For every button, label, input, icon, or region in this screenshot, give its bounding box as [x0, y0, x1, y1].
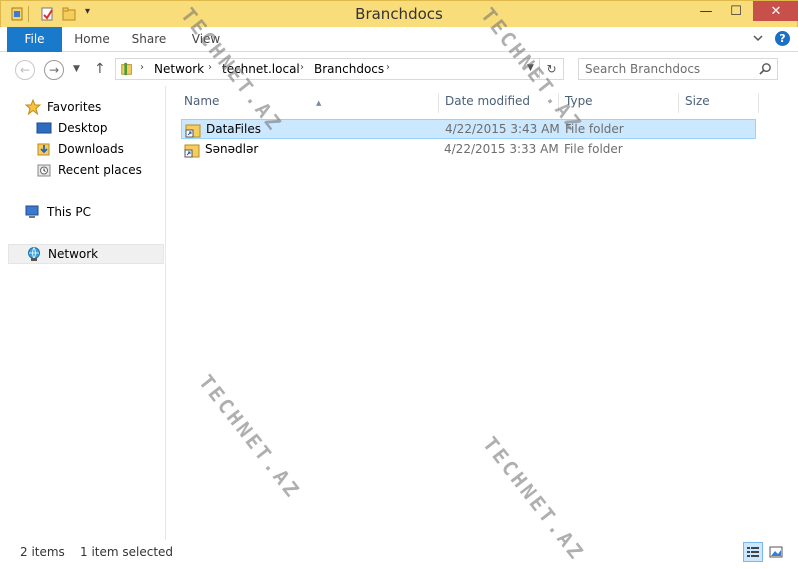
computer-icon — [25, 205, 39, 218]
network-folder-icon — [121, 62, 132, 76]
breadcrumb-technet-local[interactable]: technet.local — [222, 62, 300, 76]
network-icon — [28, 247, 40, 261]
breadcrumb-branchdocs[interactable]: Branchdocs — [314, 62, 384, 76]
file-row[interactable]: DataFiles 4/22/2015 3:43 AM File folder — [181, 119, 756, 139]
downloads-icon — [37, 143, 50, 156]
tab-share[interactable]: Share — [125, 27, 173, 52]
help-button[interactable]: ? — [775, 31, 790, 46]
nav-desktop-label: Desktop — [58, 121, 108, 135]
search-icon[interactable] — [759, 62, 772, 75]
close-button[interactable]: ✕ — [753, 1, 798, 21]
column-date-label: Date modified — [445, 94, 531, 108]
nav-network-label: Network — [48, 247, 99, 261]
customize-quick-access-icon[interactable]: ▾ — [85, 6, 90, 17]
minimize-button[interactable]: — — [692, 1, 720, 21]
column-header-type[interactable]: Type — [559, 93, 679, 113]
large-icons-view-icon — [769, 546, 783, 558]
address-bar[interactable]: › Network › technet.local › Branchdocs ›… — [115, 58, 540, 80]
details-view-icon — [747, 547, 759, 557]
ribbon-tab-bar: File Home Share View ? — [0, 27, 798, 52]
status-bar: 2 items 1 item selected — [0, 540, 798, 569]
new-folder-icon[interactable] — [61, 6, 77, 22]
recent-places-icon — [37, 164, 51, 177]
qa-separator — [28, 6, 29, 22]
address-toolbar: ← → ▼ ↑ › Network › technet.local › Bran… — [0, 52, 798, 86]
column-size-label: Size — [685, 94, 710, 108]
properties-icon[interactable] — [39, 6, 55, 22]
column-header-name[interactable]: Name ▲ — [178, 93, 439, 113]
column-header-size[interactable]: Size — [679, 93, 759, 113]
file-date-modified: 4/22/2015 3:43 AM — [445, 122, 560, 136]
expand-ribbon-chevron-icon[interactable] — [752, 32, 764, 44]
nav-favorites[interactable]: Favorites — [25, 97, 179, 117]
refresh-icon: ↻ — [546, 62, 557, 76]
search-box[interactable] — [578, 58, 778, 80]
breadcrumb-separator-icon[interactable]: › — [208, 62, 212, 73]
large-icons-view-button[interactable] — [766, 542, 786, 562]
star-icon — [25, 99, 41, 115]
back-button[interactable]: ← — [15, 60, 35, 80]
file-type: File folder — [564, 142, 623, 156]
tab-view[interactable]: View — [182, 27, 230, 52]
file-list: Name ▲ Date modified Type Size DataFiles… — [166, 86, 798, 540]
nav-favorites-label: Favorites — [47, 100, 102, 114]
window-title: Branchdocs — [355, 5, 443, 23]
navigation-pane: Favorites Desktop Downloads Recent place… — [0, 86, 166, 540]
title-bar: ▾ Branchdocs — ☐ ✕ — [0, 0, 798, 27]
details-view-button[interactable] — [743, 542, 763, 562]
shortcut-folder-icon — [185, 124, 201, 138]
refresh-button[interactable]: ↻ — [540, 58, 564, 80]
breadcrumb-separator-icon[interactable]: › — [140, 62, 144, 73]
arrow-left-icon: ← — [19, 63, 31, 77]
nav-this-pc-label: This PC — [47, 205, 91, 219]
breadcrumb-separator-icon[interactable]: › — [300, 62, 304, 73]
address-history-dropdown-icon[interactable]: ▼ — [527, 63, 534, 73]
search-input[interactable] — [585, 61, 755, 77]
nav-network[interactable]: Network — [8, 244, 164, 264]
file-type: File folder — [565, 122, 624, 136]
status-item-count: 2 items — [20, 545, 65, 559]
column-header-date-modified[interactable]: Date modified — [439, 93, 559, 113]
nav-downloads-label: Downloads — [58, 142, 124, 156]
sort-ascending-icon: ▲ — [316, 99, 322, 107]
file-date-modified: 4/22/2015 3:33 AM — [444, 142, 559, 156]
recent-locations-dropdown-icon[interactable]: ▼ — [73, 64, 80, 74]
breadcrumb-network[interactable]: Network — [154, 62, 204, 76]
up-one-level-button[interactable]: ↑ — [94, 61, 106, 77]
arrow-right-icon: → — [48, 63, 60, 77]
maximize-button[interactable]: ☐ — [722, 1, 750, 21]
shortcut-folder-icon — [184, 144, 200, 158]
column-type-label: Type — [565, 94, 593, 108]
forward-button[interactable]: → — [44, 60, 64, 80]
explorer-properties-icon[interactable] — [9, 6, 25, 22]
tab-file[interactable]: File — [7, 27, 62, 52]
nav-recent-places-label: Recent places — [58, 163, 142, 177]
file-row[interactable]: Sənədlər 4/22/2015 3:33 AM File folder — [181, 140, 756, 160]
status-selection-count: 1 item selected — [80, 545, 174, 559]
tab-home[interactable]: Home — [68, 27, 116, 52]
nav-this-pc[interactable]: This PC — [25, 202, 179, 222]
column-name-label: Name — [184, 94, 220, 108]
desktop-icon — [36, 122, 52, 134]
breadcrumb-separator-icon[interactable]: › — [386, 62, 390, 73]
file-name: DataFiles — [206, 122, 261, 136]
file-name: Sənədlər — [205, 142, 259, 156]
